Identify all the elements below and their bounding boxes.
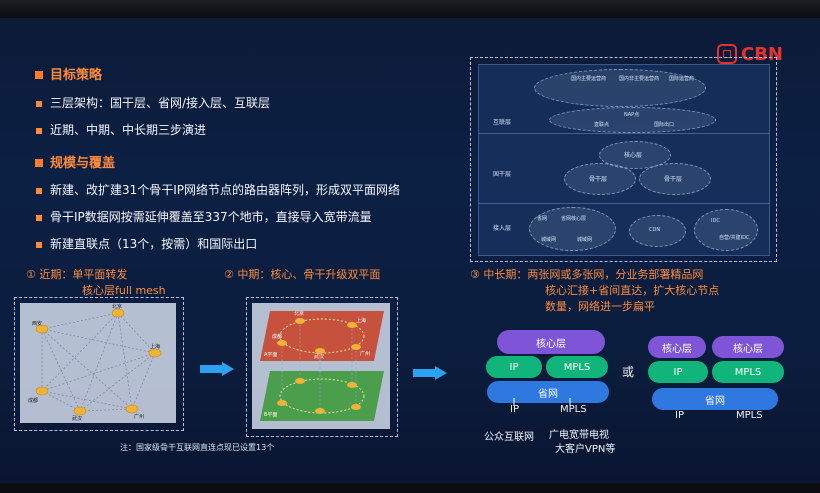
scale-item: 新建、改扩建31个骨干IP网络节点的路由器阵列，形成双平面网络	[50, 183, 401, 197]
or-label: 或	[622, 365, 635, 379]
mesh-lines	[35, 308, 162, 416]
bottom-ip-label: IP	[675, 410, 684, 421]
access-label: 省网核心层	[561, 216, 587, 222]
arrow-right-icon	[200, 362, 234, 376]
architecture-diagram: 互联层 国干层 接入层 国内主要运营商 国内非主要运营商 国际运营商 NAP点 …	[478, 64, 770, 256]
monitor-bezel-bottom	[0, 483, 820, 493]
phase-2-number: ②	[224, 268, 234, 281]
access-label: 省网	[537, 216, 548, 222]
arrow-right-icon	[413, 366, 447, 380]
goal-item: 三层架构：国干层、省网/接入层、互联层	[50, 96, 271, 110]
cloud-label: 国内非主要运营商	[619, 76, 660, 82]
scale-title-bullet-icon	[35, 159, 43, 167]
layer-label: 互联层	[493, 119, 512, 126]
mesh-diagram: 北京 西安 上海 成都 武汉 广州	[20, 303, 176, 423]
layer-label: 国干层	[493, 171, 512, 178]
goal-item: 近期、中期、中长期三步演进	[50, 123, 207, 137]
presentation-screen: CBN 目标策略 三层架构：国干层、省网/接入层、互联层 近期、中期、中长期三步…	[0, 0, 820, 493]
core-label: 核心层	[624, 152, 643, 159]
access-label: IDC	[711, 218, 720, 224]
stack1-arrows	[513, 398, 571, 406]
plane-label-a: A平面	[264, 352, 278, 358]
phase-3-number: ③	[470, 268, 480, 281]
bullet-icon	[36, 128, 42, 134]
plane-label-b: B平面	[264, 412, 278, 418]
bullet-icon	[36, 101, 42, 107]
ip-pill: IP	[486, 356, 542, 378]
phase-1-label: ① 近期：单平面转发	[26, 266, 127, 282]
mesh-node-label: 武汉	[72, 416, 83, 422]
layer-label: 接入层	[493, 225, 512, 232]
phase-3-label: ③ 中长期：两张网或多张网，分业务部署精品网	[470, 266, 703, 282]
phase-3-text-2: 核心汇接+省间直达，扩大核心节点	[545, 284, 720, 297]
enterprise-vpn-label: 大客户VPN等	[555, 444, 616, 455]
scale-title: 规模与覆盖	[50, 156, 116, 171]
ip-pill: IP	[648, 361, 708, 383]
phase-3-text-3: 数量，网络进一步扁平	[545, 300, 655, 313]
mesh-node-label: 广州	[134, 414, 145, 420]
access-label: 城域网	[541, 237, 557, 243]
backbone-label: 骨干层	[664, 176, 683, 183]
province-pill: 省网	[652, 388, 778, 410]
bottom-mpls-label: MPLS	[736, 410, 763, 421]
nap-label: 直联点	[594, 122, 610, 128]
mesh-node-label: 上海	[150, 344, 161, 350]
phase-2-label: ② 中期：核心、骨干升级双平面	[224, 266, 380, 282]
goal-title-bullet-icon	[35, 71, 43, 79]
mesh-node-label: 西安	[32, 321, 43, 327]
mesh-node-label: 北京	[112, 304, 123, 310]
core-layer-pill: 核心层	[648, 336, 706, 358]
access-label: 城域网	[577, 237, 593, 243]
core-layer-pill: 核心层	[497, 330, 605, 354]
dual-node-label: 北京	[294, 311, 305, 317]
core-layer-pill: 核心层	[712, 336, 784, 358]
mpls-pill: MPLS	[712, 361, 784, 383]
nap-label: 国际出口	[654, 122, 675, 128]
phase-1-text-2: 核心层full mesh	[82, 284, 166, 297]
phase-2-text: 中期：核心、骨干升级双平面	[237, 268, 381, 281]
idc-cloud	[694, 209, 758, 251]
goal-title: 目标策略	[50, 68, 103, 83]
province-cloud	[529, 207, 616, 251]
dual-node-label: 广州	[360, 351, 371, 357]
phase-1-number: ①	[26, 268, 36, 281]
phase-3-text: 中长期：两张网或多张网，分业务部署精品网	[483, 268, 704, 281]
mesh-node-label: 成都	[28, 398, 39, 404]
broadband-tv-label: 广电宽带电视	[549, 430, 609, 441]
dual-node-label: 上海	[356, 318, 367, 324]
access-label: CDN	[649, 227, 661, 233]
dual-node-label: 成都	[272, 334, 283, 340]
nap-label: NAP点	[624, 112, 640, 118]
dual-plane-diagram: 北京 上海 成都 武汉 广州 A平面 B平面	[252, 303, 390, 429]
phase-1-text: 近期：单平面转发	[39, 268, 128, 281]
access-label: 自营/共建IDC	[719, 235, 750, 241]
cloud-label: 国内主要运营商	[571, 76, 607, 82]
footnote: 注：国家级骨干互联网直连点现已设置13个	[120, 443, 275, 452]
bullet-icon	[36, 242, 42, 248]
mpls-pill: MPLS	[546, 356, 608, 378]
scale-item: 新建直联点（13个，按需）和国际出口	[50, 237, 258, 251]
bullet-icon	[36, 215, 42, 221]
dual-node-label: 武汉	[314, 354, 325, 360]
public-internet-label: 公众互联网	[484, 432, 534, 443]
bullet-icon	[36, 188, 42, 194]
backbone-label: 骨干层	[589, 176, 608, 183]
monitor-bezel-top	[0, 0, 820, 18]
cloud-label: 国际运营商	[669, 76, 695, 82]
scale-item: 骨干IP数据网按需延伸覆盖至337个地市，直接导入宽带流量	[50, 210, 372, 224]
